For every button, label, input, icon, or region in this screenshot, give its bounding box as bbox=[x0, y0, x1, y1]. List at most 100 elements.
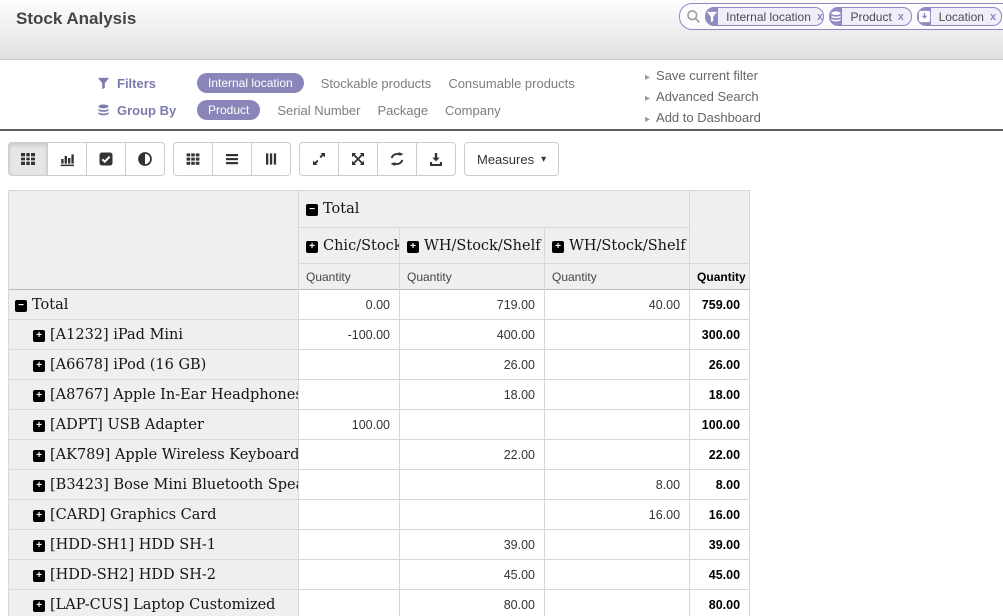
table-row: −Total 0.00 719.00 40.00 759.00 bbox=[9, 290, 750, 320]
filters-label: Filters bbox=[117, 76, 156, 91]
save-current-filter-menu[interactable]: ▸Save current filter bbox=[645, 66, 761, 87]
layout-group bbox=[173, 142, 291, 188]
search-facet-filter[interactable]: Internal location x bbox=[705, 7, 824, 26]
search-bar[interactable]: Internal location x Product x Location x bbox=[679, 3, 1003, 30]
filters-row: Filters Internal location Stockable prod… bbox=[97, 73, 592, 93]
row-header-product[interactable]: +[A6678] iPod (16 GB) bbox=[9, 350, 299, 380]
advanced-search-menu[interactable]: ▸Advanced Search bbox=[645, 87, 761, 108]
fullscreen-button[interactable] bbox=[338, 142, 378, 176]
expand-icon[interactable]: + bbox=[552, 241, 564, 253]
cell-value bbox=[299, 560, 400, 590]
measure-header: Quantity bbox=[400, 264, 545, 290]
group-by-option-package[interactable]: Package bbox=[377, 103, 428, 118]
expand-icon[interactable]: + bbox=[33, 330, 45, 342]
search-filter-panel: Filters Internal location Stockable prod… bbox=[0, 60, 1003, 131]
cell-total: 8.00 bbox=[690, 470, 750, 500]
table-row: +[A6678] iPod (16 GB) 26.00 26.00 bbox=[9, 350, 750, 380]
group-by-option-company[interactable]: Company bbox=[445, 103, 501, 118]
cell-value bbox=[545, 590, 690, 616]
row-header-product[interactable]: +[A8767] Apple In-Ear Headphones bbox=[9, 380, 299, 410]
check-square-button[interactable] bbox=[86, 142, 126, 176]
cell-value bbox=[545, 440, 690, 470]
cell-value bbox=[400, 410, 545, 440]
col-header-chic-stock[interactable]: +Chic/Stock bbox=[299, 228, 400, 264]
cell-value bbox=[400, 500, 545, 530]
col-header-wh-shelf-2[interactable]: +WH/Stock/Shelf 2 bbox=[545, 228, 690, 264]
menu-arrow-icon: ▸ bbox=[645, 72, 650, 83]
add-to-dashboard-menu[interactable]: ▸Add to Dashboard bbox=[645, 108, 761, 129]
facet-remove-icon[interactable]: x bbox=[898, 11, 904, 23]
row-header-product[interactable]: +[LAP-CUS] Laptop Customized bbox=[9, 590, 299, 616]
measures-button[interactable]: Measures ▾ bbox=[464, 142, 559, 176]
menu-arrow-icon: ▸ bbox=[645, 93, 650, 104]
cell-value: 22.00 bbox=[400, 440, 545, 470]
download-button[interactable] bbox=[416, 142, 456, 176]
expand-icon[interactable]: + bbox=[33, 600, 45, 612]
expand-icon[interactable]: + bbox=[33, 360, 45, 372]
group-by-pill-product[interactable]: Product bbox=[197, 100, 260, 120]
collapse-icon[interactable]: − bbox=[306, 204, 318, 216]
table-row: +[A1232] iPad Mini -100.00 400.00 300.00 bbox=[9, 320, 750, 350]
cell-total: 16.00 bbox=[690, 500, 750, 530]
row-header-product[interactable]: +[A1232] iPad Mini bbox=[9, 320, 299, 350]
row-header-total[interactable]: −Total bbox=[9, 290, 299, 320]
rows-button[interactable] bbox=[212, 142, 252, 176]
row-header-product[interactable]: +[CARD] Graphics Card bbox=[9, 500, 299, 530]
filter-option-stockable[interactable]: Stockable products bbox=[321, 76, 432, 91]
columns-icon bbox=[263, 151, 279, 167]
cell-value: 40.00 bbox=[545, 290, 690, 320]
expand-button[interactable] bbox=[299, 142, 339, 176]
bar-chart-icon bbox=[59, 151, 75, 167]
expand-icon[interactable]: + bbox=[33, 390, 45, 402]
filter-option-consumable[interactable]: Consumable products bbox=[448, 76, 574, 91]
refresh-button[interactable] bbox=[377, 142, 417, 176]
facet-remove-icon[interactable]: x bbox=[990, 11, 996, 23]
col-header-total[interactable]: −Total bbox=[299, 191, 690, 228]
cell-value bbox=[545, 350, 690, 380]
group-by-label: Group By bbox=[117, 103, 176, 118]
cell-value: 0.00 bbox=[299, 290, 400, 320]
expand-icon[interactable]: + bbox=[33, 540, 45, 552]
grid-button[interactable] bbox=[173, 142, 213, 176]
row-header-product[interactable]: +[B3423] Bose Mini Bluetooth Speaker bbox=[9, 470, 299, 500]
cell-total: 45.00 bbox=[690, 560, 750, 590]
filter-icon bbox=[97, 77, 110, 90]
row-header-product[interactable]: +[HDD-SH2] HDD SH-2 bbox=[9, 560, 299, 590]
collapse-icon[interactable]: − bbox=[15, 300, 27, 312]
pivot-corner-cell bbox=[9, 191, 299, 290]
expand-icon[interactable]: + bbox=[33, 450, 45, 462]
table-icon bbox=[20, 151, 36, 167]
group-by-icon bbox=[97, 104, 110, 117]
expand-icon[interactable]: + bbox=[33, 420, 45, 432]
adjust-contrast-icon bbox=[137, 151, 153, 167]
measures-label: Measures bbox=[477, 152, 534, 167]
caret-down-icon: ▾ bbox=[541, 154, 546, 165]
search-menus: ▸Save current filter ▸Advanced Search ▸A… bbox=[645, 66, 761, 129]
search-facet-location[interactable]: Location x bbox=[917, 7, 1003, 26]
pivot-total-corner-cell bbox=[690, 191, 750, 264]
columns-button[interactable] bbox=[251, 142, 291, 176]
facet-remove-icon[interactable]: x bbox=[817, 11, 823, 23]
row-header-product[interactable]: +[ADPT] USB Adapter bbox=[9, 410, 299, 440]
group-by-row: Group By Product Serial Number Package C… bbox=[97, 100, 518, 120]
expand-icon[interactable]: + bbox=[33, 570, 45, 582]
row-header-product[interactable]: +[AK789] Apple Wireless Keyboard bbox=[9, 440, 299, 470]
cell-value: 719.00 bbox=[400, 290, 545, 320]
expand-icon[interactable]: + bbox=[407, 241, 419, 253]
col-header-wh-shelf-1[interactable]: +WH/Stock/Shelf 1 bbox=[400, 228, 545, 264]
search-facet-groupby[interactable]: Product x bbox=[829, 7, 911, 26]
expand-icon[interactable]: + bbox=[33, 510, 45, 522]
expand-icon[interactable]: + bbox=[306, 241, 318, 253]
row-header-product[interactable]: +[HDD-SH1] HDD SH-1 bbox=[9, 530, 299, 560]
pivot-table-button[interactable] bbox=[8, 142, 48, 176]
pivot-table: −Total +Chic/Stock +WH/Stock/Shelf 1 +WH… bbox=[8, 190, 750, 616]
bar-chart-button[interactable] bbox=[47, 142, 87, 176]
cell-value bbox=[299, 350, 400, 380]
expand-icon[interactable]: + bbox=[33, 480, 45, 492]
group-by-option-serial[interactable]: Serial Number bbox=[277, 103, 360, 118]
grid-icon bbox=[185, 151, 201, 167]
cell-value bbox=[545, 320, 690, 350]
filter-pill-internal-location[interactable]: Internal location bbox=[197, 73, 304, 93]
check-square-icon bbox=[98, 151, 114, 167]
contrast-button[interactable] bbox=[125, 142, 165, 176]
